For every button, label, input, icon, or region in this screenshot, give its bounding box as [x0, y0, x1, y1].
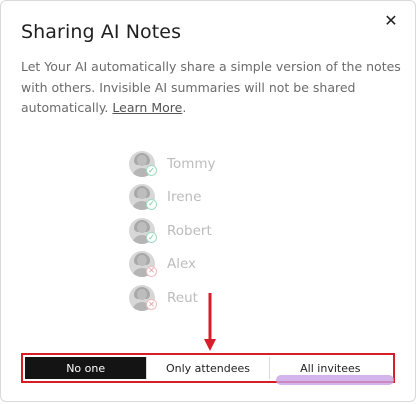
recipient-list: ✓ Tommy ✓ Irene ✓ Robert ✕ Alex ✕ Reut: [129, 147, 289, 315]
x-icon: ✕: [146, 299, 157, 310]
dialog-description: Let Your AI automatically share a simple…: [21, 57, 401, 119]
recipient-name: Reut: [167, 289, 198, 306]
recipient-name: Alex: [167, 256, 197, 273]
recipient-row: ✓ Irene: [129, 181, 289, 215]
description-period: .: [182, 100, 187, 115]
description-text: Let Your AI automatically share a simple…: [21, 59, 401, 115]
check-icon: ✓: [146, 232, 157, 243]
recipient-name: Robert: [167, 222, 212, 239]
dialog-title: Sharing AI Notes: [21, 21, 182, 43]
check-icon: ✓: [146, 165, 157, 176]
check-icon: ✓: [146, 198, 157, 210]
option-no-one[interactable]: No one: [25, 357, 147, 379]
close-icon[interactable]: ✕: [383, 13, 399, 29]
watermark: [276, 375, 394, 385]
arrow-down-icon: [204, 293, 216, 351]
recipient-row: ✕ Alex: [129, 248, 289, 282]
x-icon: ✕: [146, 265, 157, 277]
recipient-name: Tommy: [167, 155, 216, 172]
recipient-row: ✓ Robert: [129, 214, 289, 248]
recipient-name: Irene: [167, 189, 202, 206]
learn-more-link[interactable]: Learn More: [112, 100, 182, 115]
sharing-ai-notes-dialog: ✕ Sharing AI Notes Let Your AI automatic…: [0, 0, 416, 402]
recipient-row: ✓ Tommy: [129, 147, 289, 181]
option-only-attendees[interactable]: Only attendees: [146, 357, 270, 379]
